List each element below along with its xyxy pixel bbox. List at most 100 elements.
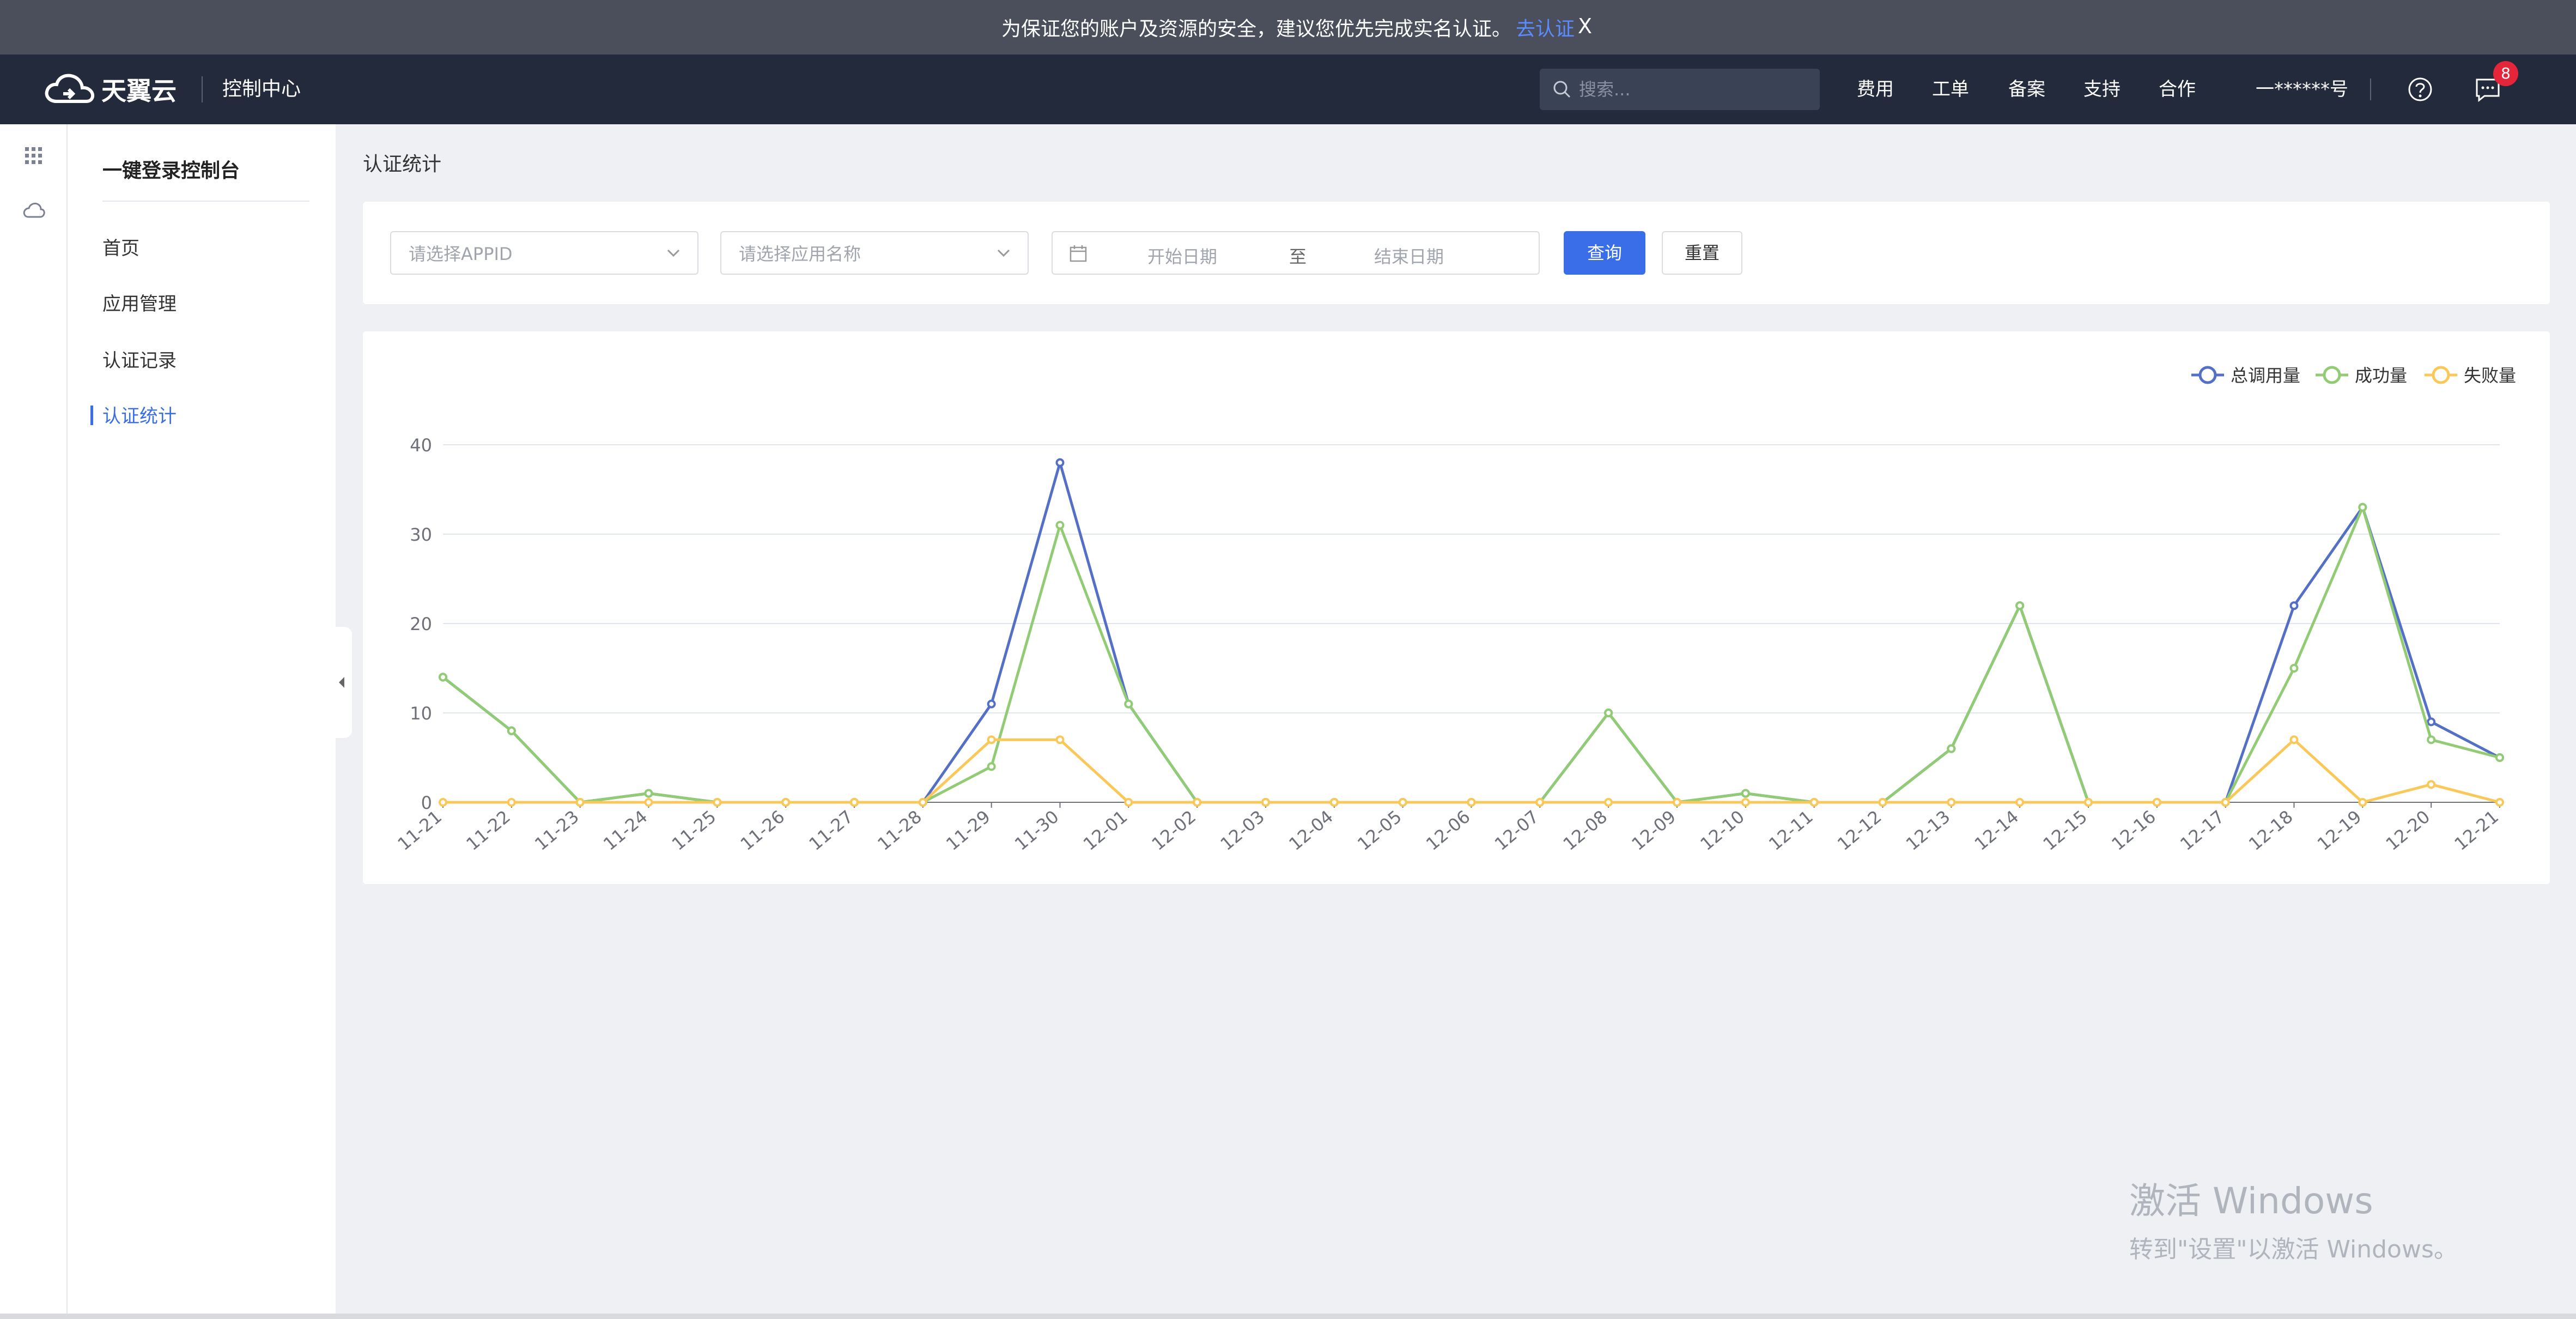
data-point: [2495, 753, 2504, 762]
data-point: [2358, 503, 2367, 512]
x-tick-label: 12-04: [1285, 806, 1337, 855]
data-point: [1398, 798, 1407, 807]
data-point: [1604, 709, 1613, 717]
caret-left-icon: [339, 677, 344, 688]
search-input[interactable]: [1579, 79, 1797, 100]
x-tick-label: 12-11: [1765, 806, 1817, 855]
message-count-badge: 8: [2493, 61, 2518, 86]
series-line-2: [443, 738, 2500, 804]
data-point: [1947, 744, 1956, 753]
chevron-down-icon: [667, 249, 680, 257]
legend-label: 失败量: [2464, 365, 2516, 386]
data-point: [1124, 699, 1133, 709]
chart-card: 0 10 20 30 40 11-21 11-22 11-23 11-24 11-25 11-26 1…: [363, 331, 2550, 884]
data-point: [781, 798, 791, 807]
data-point: [2427, 717, 2436, 727]
verify-link[interactable]: 去认证: [1516, 13, 1575, 41]
top-header: 天翼云 控制中心 费用 工单 备案 支持 合作 一******号: [0, 55, 2576, 124]
data-point: [644, 789, 653, 798]
data-point: [2289, 735, 2299, 745]
end-date-input[interactable]: 结束日期: [1374, 243, 1444, 268]
sidebar-item-auth-records[interactable]: 认证记录: [102, 346, 177, 372]
cloud-logo-icon: [45, 74, 95, 103]
sidebar-item-app-management[interactable]: 应用管理: [102, 289, 177, 316]
series-line-1: [442, 506, 2500, 804]
sidebar-item-auth-stats[interactable]: 认证统计: [102, 401, 177, 428]
data-point: [1604, 798, 1613, 807]
notice-text: 为保证您的账户及资源的安全，建议您优先完成实名认证。: [1001, 18, 1511, 40]
reset-button[interactable]: 重置: [1662, 231, 1742, 275]
data-point: [1947, 798, 1956, 807]
date-range-separator: 至: [1289, 246, 1307, 267]
search-box[interactable]: [1540, 69, 1820, 110]
query-button[interactable]: 查询: [1564, 231, 1645, 275]
data-point: [1741, 789, 1750, 798]
data-point: [2289, 601, 2299, 610]
y-tick-label: 30: [410, 524, 432, 545]
windows-activation-watermark: 激活 Windows 转到"设置"以激活 Windows。: [2129, 1172, 2458, 1264]
search-icon: [1553, 81, 1571, 98]
x-tick-label: 12-18: [2245, 806, 2297, 855]
x-tick-label: 12-08: [1559, 806, 1612, 855]
x-tick-label: 11-30: [1011, 806, 1063, 855]
data-point: [1809, 798, 1819, 807]
help-icon[interactable]: [2407, 76, 2433, 102]
data-point: [439, 798, 447, 807]
start-date-input[interactable]: 开始日期: [1147, 243, 1217, 268]
grid-menu-icon[interactable]: [22, 144, 46, 168]
data-point: [575, 798, 585, 807]
data-point: [987, 735, 996, 745]
x-tick-label: 12-14: [1971, 806, 2023, 855]
x-tick-label: 12-17: [2176, 806, 2228, 855]
x-tick-label: 12-10: [1696, 806, 1748, 855]
console-title[interactable]: 控制中心: [222, 76, 301, 102]
data-point: [2084, 798, 2093, 807]
data-point: [850, 798, 859, 807]
x-tick-label: 12-06: [1422, 806, 1474, 855]
nav-partner[interactable]: 合作: [2159, 76, 2196, 102]
chevron-down-icon: [997, 249, 1010, 257]
date-range-picker[interactable]: 开始日期 至 结束日期: [1052, 231, 1540, 275]
watermark-line-2: 转到"设置"以激活 Windows。: [2129, 1236, 2458, 1263]
x-tick-label: 12-19: [2313, 806, 2366, 855]
appid-select[interactable]: 请选择APPID: [390, 231, 698, 275]
bottom-border: [0, 1314, 2576, 1319]
x-tick-label: 11-28: [873, 806, 926, 855]
y-tick-label: 20: [410, 614, 432, 634]
data-point: [2289, 664, 2299, 673]
nav-tickets[interactable]: 工单: [1932, 76, 1969, 102]
cloud-icon[interactable]: [22, 198, 46, 222]
x-tick-label: 12-07: [1491, 806, 1543, 855]
data-point: [1055, 521, 1065, 530]
icon-rail: [0, 124, 68, 1319]
nav-filing[interactable]: 备案: [2008, 76, 2045, 102]
nav-fees[interactable]: 费用: [1857, 76, 1894, 102]
x-tick-label: 11-22: [462, 806, 514, 855]
logo-text: 天翼云: [101, 76, 177, 106]
sidebar-item-home[interactable]: 首页: [102, 233, 139, 260]
sidebar-collapse-handle[interactable]: [330, 627, 352, 738]
x-tick-label: 12-21: [2450, 806, 2502, 855]
account-name[interactable]: 一******号: [2256, 76, 2348, 102]
data-point: [2152, 798, 2161, 807]
data-point: [1124, 798, 1133, 807]
legend-marker: [2432, 366, 2450, 384]
app-name-select[interactable]: 请选择应用名称: [720, 231, 1029, 275]
x-tick-label: 12-20: [2382, 806, 2434, 855]
sidebar-title: 一键登录控制台: [102, 160, 240, 182]
x-tick-label: 12-05: [1353, 806, 1406, 855]
x-tick-label: 12-02: [1148, 806, 1200, 855]
y-tick-label: 10: [410, 703, 432, 724]
data-point: [987, 762, 996, 771]
x-tick-label: 11-25: [668, 806, 720, 855]
data-point: [2221, 798, 2230, 807]
data-point: [1329, 798, 1339, 807]
data-point: [507, 726, 516, 735]
nav-support[interactable]: 支持: [2083, 76, 2121, 102]
x-tick-label: 12-01: [1079, 806, 1132, 855]
data-point: [1193, 798, 1202, 807]
header-divider: [202, 76, 203, 102]
notice-close-button[interactable]: X: [1578, 14, 1592, 38]
appid-placeholder: 请选择APPID: [409, 244, 513, 264]
logo[interactable]: 天翼云: [44, 69, 177, 110]
